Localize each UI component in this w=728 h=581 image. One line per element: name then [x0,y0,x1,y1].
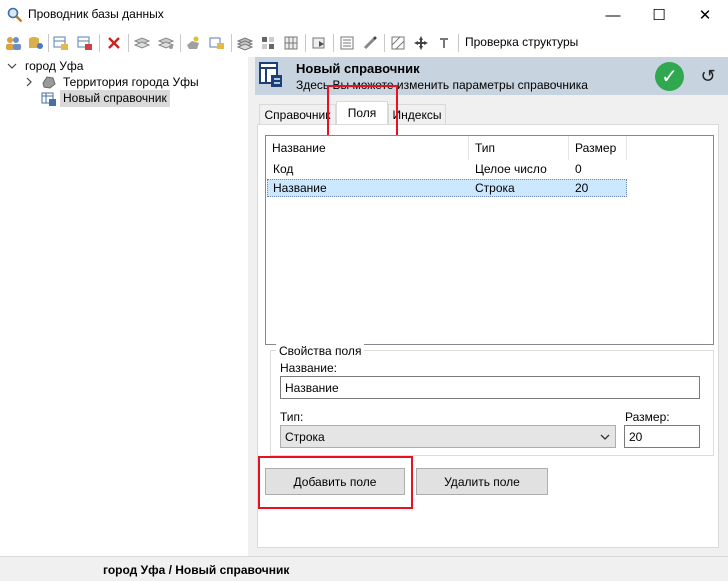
dictionary-icon [258,61,284,89]
cell-size: 20 [575,181,589,195]
maximize-button[interactable]: ☐ [636,0,682,30]
map-table-icon[interactable] [207,33,227,53]
status-bar: город Уфа / Новый справочник [0,556,728,581]
cell-size: 0 [575,162,582,176]
tree-item-new-dictionary[interactable]: Новый справочник [60,90,170,107]
size-input[interactable]: 20 [624,425,700,448]
map-star-icon[interactable] [183,33,203,53]
minimize-button[interactable]: — [590,0,636,30]
grid-icon[interactable] [281,33,301,53]
field-properties-label: Свойства поля [276,344,365,358]
title-bar: Проводник базы данных — ☐ ✕ [0,0,728,30]
column-header-size[interactable]: Размер [569,136,627,160]
column-header-name[interactable]: Название [266,136,469,160]
add-table-icon[interactable] [51,33,71,53]
column-header-type[interactable]: Тип [469,136,569,160]
highlight-box-tab [327,85,398,139]
close-button[interactable]: ✕ [682,0,728,30]
database-tree: город Уфа Территория города Уфы Новый сп… [0,57,248,556]
delete-field-button[interactable]: Удалить поле [416,468,548,495]
move-icon[interactable] [411,33,431,53]
status-path: город Уфа / Новый справочник [103,563,290,577]
chevron-right-icon[interactable] [23,76,35,88]
hatch-icon[interactable] [388,33,408,53]
toolbar: Проверка структуры [0,30,728,56]
text-tool-icon[interactable] [434,33,454,53]
type-select[interactable]: Строка [280,425,616,448]
size-label: Размер: [625,410,670,424]
name-input[interactable]: Название [280,376,700,399]
panel-header: Новый справочник Здесь Вы можете изменит… [255,57,728,95]
checker-icon[interactable] [258,33,278,53]
stack-icon[interactable] [235,33,255,53]
splitter[interactable] [248,57,255,556]
edit-table-icon[interactable] [75,33,95,53]
cell-type: Целое число [475,162,547,176]
panel-title: Новый справочник [296,61,420,76]
check-structure-button[interactable]: Проверка структуры [465,35,578,49]
pencil-icon[interactable] [360,33,380,53]
chevron-down-icon[interactable] [6,60,18,72]
type-label: Тип: [280,410,304,424]
undo-icon[interactable]: ↺ [698,65,718,87]
ok-check-icon[interactable]: ✓ [655,62,684,91]
table-row-selected[interactable]: Название Строка 20 [267,179,627,197]
window-title: Проводник базы данных [28,7,164,21]
users-icon[interactable] [3,33,23,53]
tab-dictionary[interactable]: Справочник [259,104,336,125]
layers-icon[interactable] [132,33,152,53]
tree-item-root[interactable]: город Уфа [25,59,83,73]
type-select-value: Строка [285,429,325,444]
tree-item-territory[interactable]: Территория города Уфы [63,75,199,89]
chevron-down-icon [599,431,611,446]
name-label: Название: [280,361,337,375]
territory-map-icon [41,74,57,90]
database-user-icon[interactable] [25,33,45,53]
export-icon[interactable] [309,33,329,53]
highlight-box-add-button [258,456,413,509]
delete-icon[interactable] [104,33,124,53]
form-icon[interactable] [337,33,357,53]
fields-list[interactable]: Название Тип Размер Код Целое число 0 На… [265,135,714,345]
layers-link-icon[interactable] [156,33,176,53]
table-row[interactable]: Код Целое число 0 [267,160,627,178]
cell-name: Название [273,181,327,195]
cell-type: Строка [475,181,515,195]
dictionary-table-icon [41,91,57,107]
cell-name: Код [273,162,294,176]
app-search-icon [7,7,23,23]
